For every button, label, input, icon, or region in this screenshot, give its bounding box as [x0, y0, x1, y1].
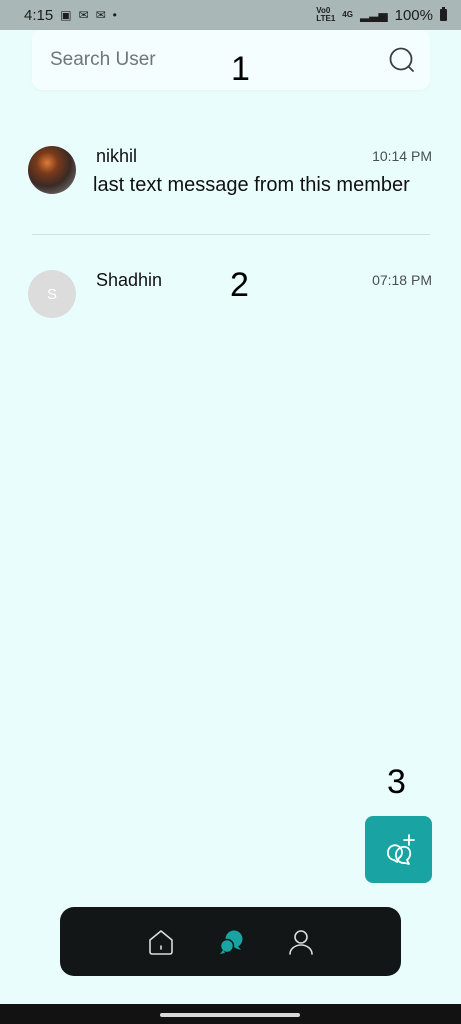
- annotation-label-1: 1: [231, 50, 250, 88]
- chat-time: 10:14 PM: [372, 148, 432, 164]
- chat-last-message: last text message from this member: [93, 174, 410, 196]
- user-icon: [288, 929, 313, 955]
- search-icon[interactable]: [388, 46, 416, 74]
- chat-time: 07:18 PM: [372, 272, 432, 288]
- battery-percent: 100%: [394, 6, 433, 24]
- nav-chats[interactable]: [215, 926, 247, 958]
- home-icon: [148, 929, 173, 955]
- status-bar-right: Vo0 LTE1 4G ▂▃▅ 100%: [316, 7, 447, 24]
- system-navigation-bar: [0, 1004, 461, 1024]
- more-notifications-dot-icon: •: [112, 8, 117, 22]
- new-chat-button[interactable]: [365, 816, 432, 883]
- avatar: S: [28, 270, 76, 318]
- network-type-label: 4G: [342, 10, 353, 19]
- chat-name: nikhil: [96, 146, 138, 166]
- status-bar-left: 4:15 ▣ ✉ ✉ •: [24, 7, 117, 24]
- status-time: 4:15: [24, 6, 54, 24]
- signal-icon: ▂▃▅: [359, 8, 388, 22]
- mail-notification-icon: ✉: [78, 8, 89, 22]
- volte-label-bottom: LTE1: [316, 14, 336, 23]
- chat-list-item[interactable]: nikhil 10:14 PM last text message from t…: [28, 146, 432, 210]
- annotation-label-2: 2: [230, 266, 249, 304]
- home-gesture-handle[interactable]: [160, 1013, 300, 1017]
- chat-divider: [32, 234, 430, 235]
- status-bar: 4:15 ▣ ✉ ✉ • Vo0 LTE1 4G ▂▃▅ 100%: [0, 0, 461, 30]
- gallery-notification-icon: ▣: [60, 8, 72, 22]
- nav-profile[interactable]: [285, 926, 317, 958]
- avatar-initial: S: [46, 285, 57, 303]
- nav-home[interactable]: [145, 926, 177, 958]
- new-chat-icon: [386, 833, 415, 865]
- bottom-navigation: [60, 907, 401, 976]
- annotation-label-3: 3: [387, 763, 406, 801]
- battery-icon: [440, 7, 447, 21]
- avatar: [28, 146, 76, 194]
- chat-name: Shadhin: [96, 270, 163, 290]
- search-input[interactable]: [48, 48, 352, 72]
- chat-bubbles-icon: [219, 930, 242, 954]
- volte-indicator: Vo0 LTE1: [316, 7, 335, 23]
- mail-notification-icon-2: ✉: [95, 8, 106, 22]
